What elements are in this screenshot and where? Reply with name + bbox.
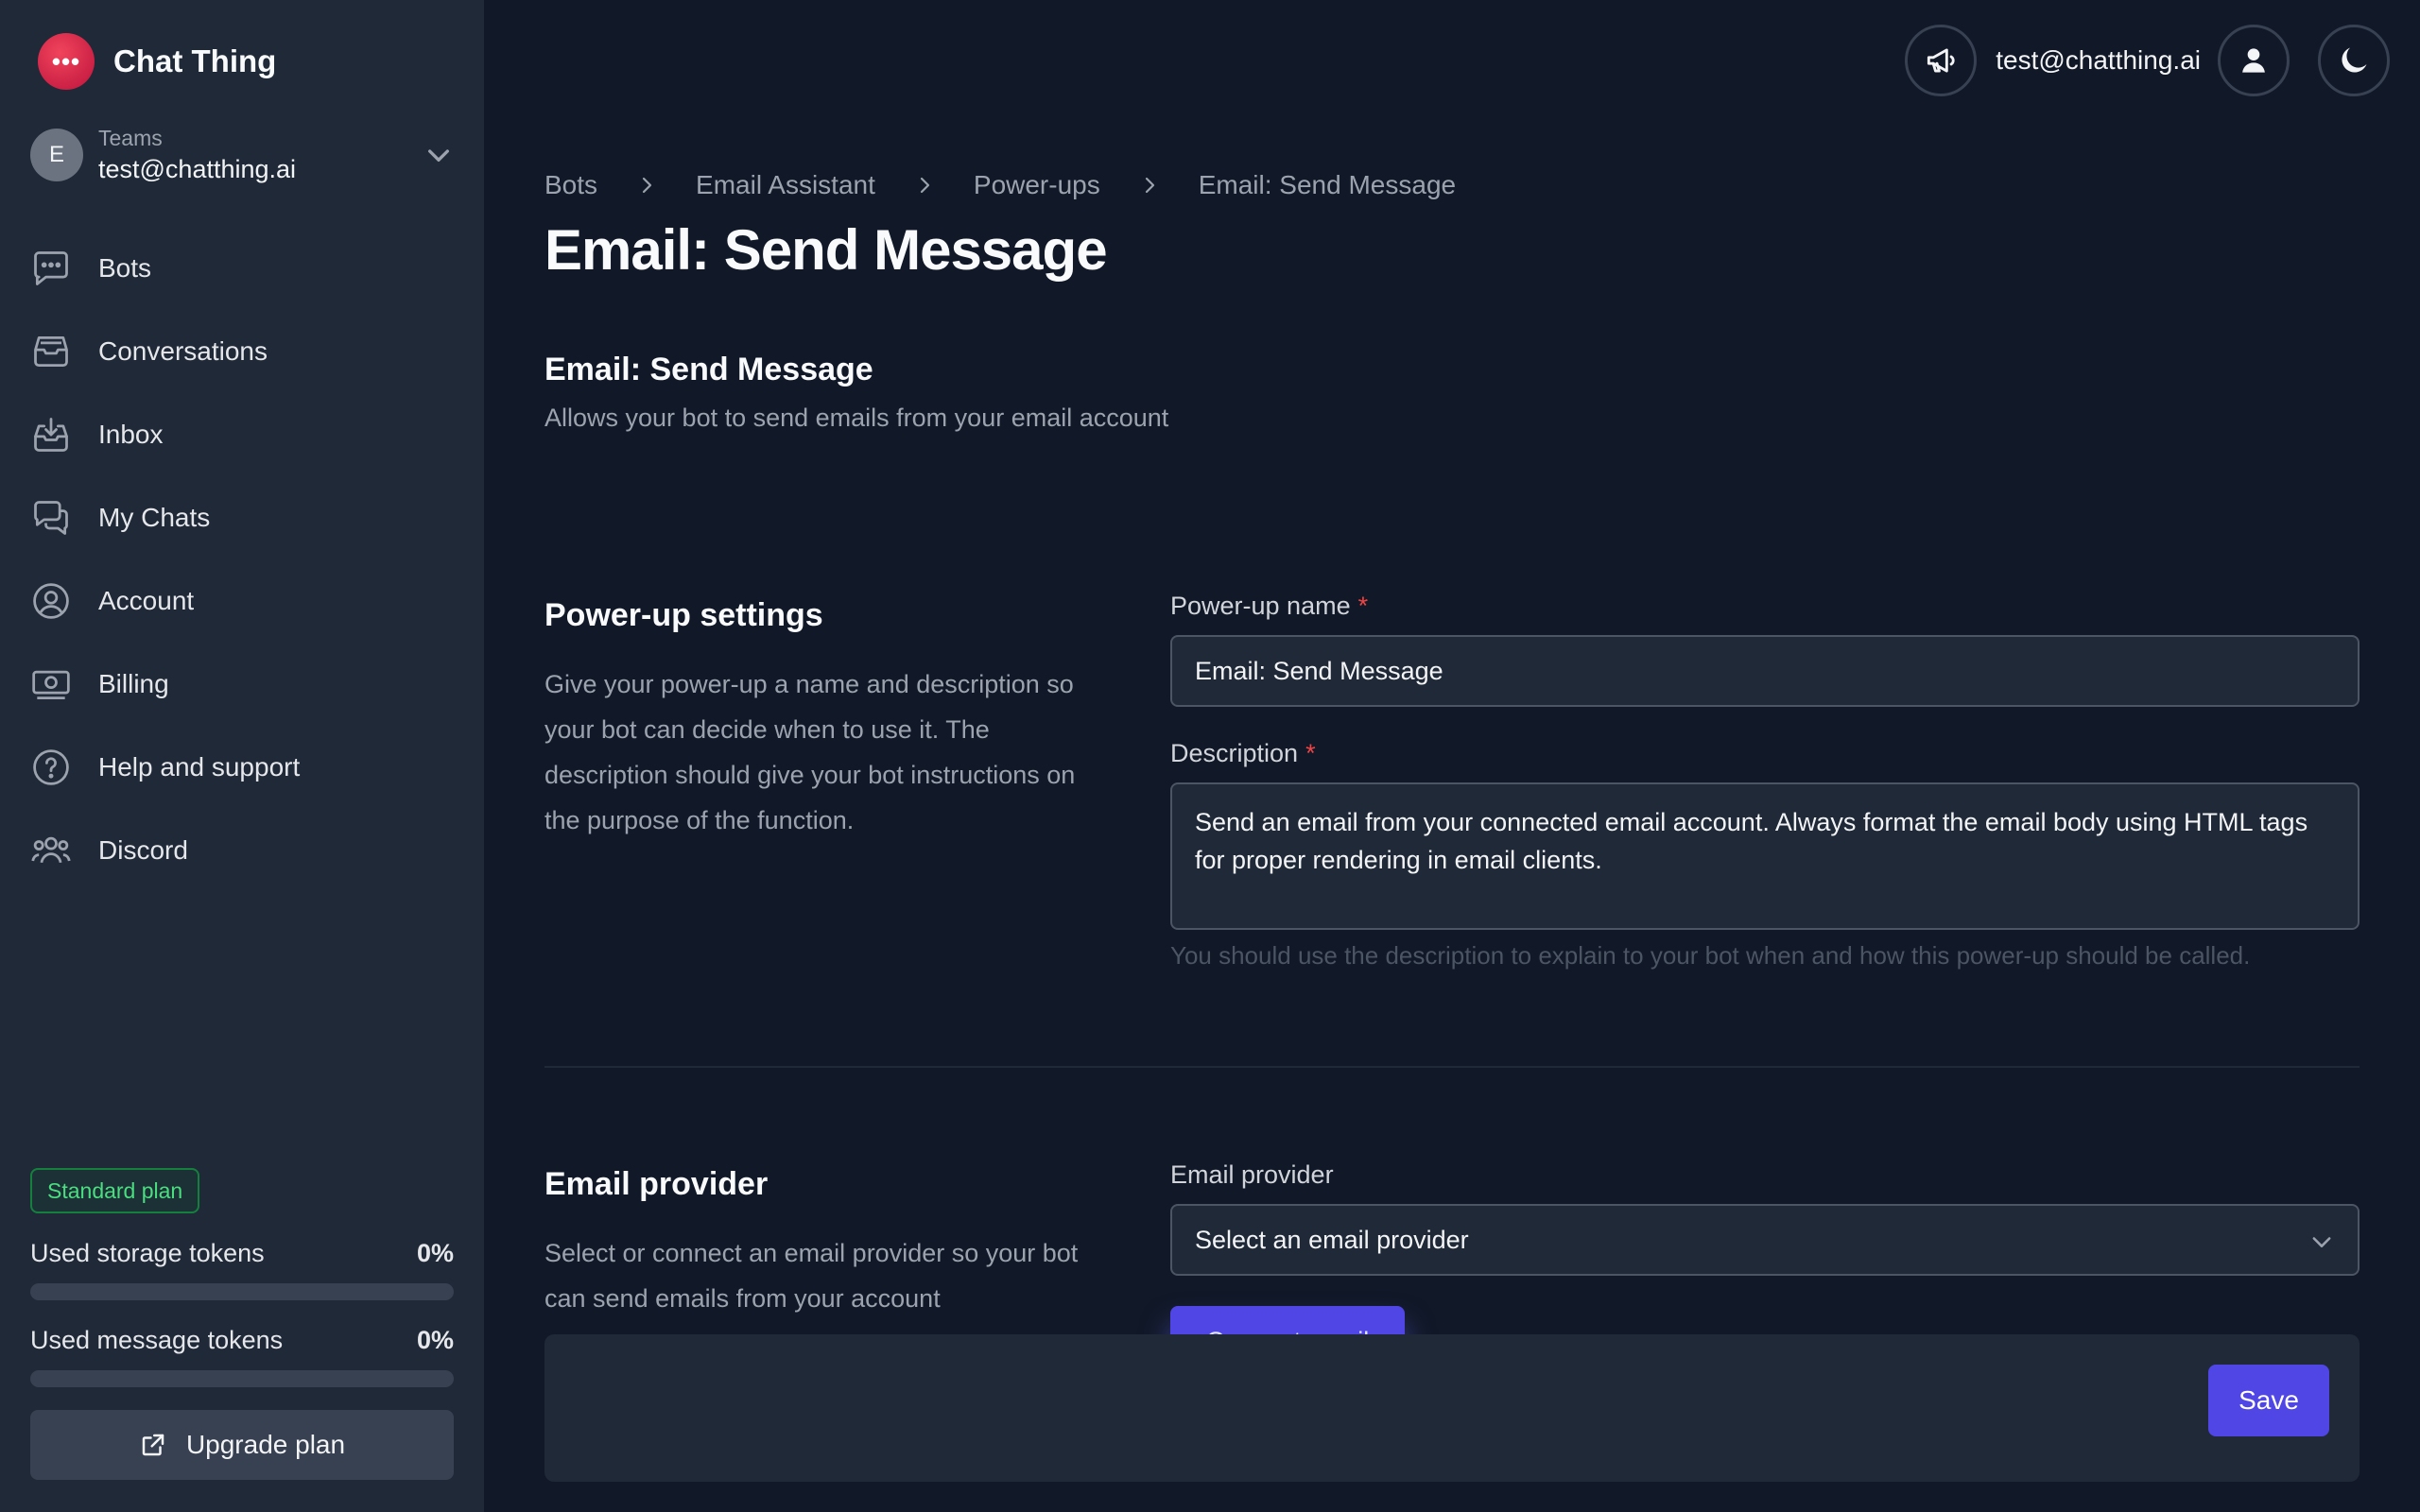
avatar: E xyxy=(30,129,83,181)
upgrade-plan-button[interactable]: Upgrade plan xyxy=(30,1410,454,1480)
select-value: Select an email provider xyxy=(1195,1225,1469,1254)
theme-toggle-button[interactable] xyxy=(2318,25,2390,96)
user-icon xyxy=(2242,48,2265,73)
label-text: Power-up name xyxy=(1170,592,1351,620)
message-progress-bar xyxy=(30,1370,454,1387)
sidebar-item-label: Discord xyxy=(98,835,188,865)
save-bar: Save xyxy=(544,1334,2360,1482)
sidebar-item-bots[interactable]: Bots xyxy=(30,227,456,310)
user-circle-icon xyxy=(33,583,69,619)
announcements-button[interactable] xyxy=(1905,25,1978,96)
user-group-icon xyxy=(31,836,71,864)
breadcrumb-bots[interactable]: Bots xyxy=(544,170,597,200)
page-title: Email: Send Message xyxy=(544,218,1108,282)
user-email: test@chatthing.ai xyxy=(1996,45,2201,75)
chevron-down-icon xyxy=(2312,1237,2331,1247)
team-switcher[interactable]: E Teams test@chatthing.ai xyxy=(30,125,454,185)
inbox-download-icon xyxy=(34,418,68,452)
usage-row: Used storage tokens 0% xyxy=(30,1234,454,1272)
team-label: Teams xyxy=(98,126,163,150)
sidebar-item-label: Billing xyxy=(98,669,169,698)
sidebar-item-label: Conversations xyxy=(98,336,268,366)
usage-row: Used message tokens 0% xyxy=(30,1321,454,1359)
powerup-title: Email: Send Message xyxy=(544,352,873,387)
provider-title: Email provider xyxy=(544,1166,769,1202)
breadcrumb-power-ups[interactable]: Power-ups xyxy=(974,170,1100,200)
chat-bubbles-icon xyxy=(34,501,68,535)
profile-button[interactable] xyxy=(2218,25,2290,96)
powerup-description: Allows your bot to send emails from your… xyxy=(544,404,1169,432)
megaphone-icon xyxy=(1927,48,1955,73)
email-provider-select[interactable]: Select an email provider xyxy=(1170,1204,2360,1276)
sidebar-item-inbox[interactable]: Inbox xyxy=(30,393,456,476)
save-button[interactable]: Save xyxy=(2208,1365,2329,1436)
breadcrumb: Bots Email Assistant Power-ups Email: Se… xyxy=(544,166,1456,204)
plan-badge: Standard plan xyxy=(30,1168,200,1213)
provider-label: Email provider xyxy=(1170,1160,1334,1189)
brand-name: Chat Thing xyxy=(113,43,277,78)
required-mark: * xyxy=(1305,739,1316,767)
input-value: Email: Send Message xyxy=(1195,656,1443,685)
usage-label: Used message tokens xyxy=(30,1325,284,1354)
banknotes-icon xyxy=(32,670,70,700)
chevron-right-icon xyxy=(1145,177,1154,194)
inbox-stack-icon xyxy=(34,335,68,368)
app-root: ••• Chat Thing E Teams test@chatthing.ai… xyxy=(0,0,2420,1512)
sidebar-item-label: My Chats xyxy=(98,503,211,532)
storage-progress-bar xyxy=(30,1283,454,1300)
breadcrumb-email-assistant[interactable]: Email Assistant xyxy=(696,170,875,200)
chevron-right-icon xyxy=(920,177,929,194)
sidebar-item-label: Account xyxy=(98,586,195,615)
moon-icon xyxy=(2342,47,2367,73)
description-help-text: You should use the description to explai… xyxy=(1170,941,2251,970)
settings-title: Power-up settings xyxy=(544,597,823,633)
provider-description: Select or connect an email provider so y… xyxy=(544,1239,1079,1313)
sidebar-item-my-chats[interactable]: My Chats xyxy=(30,476,456,559)
chevron-right-icon xyxy=(642,177,652,194)
usage-value: 0% xyxy=(416,1325,454,1354)
sidebar-item-billing[interactable]: Billing xyxy=(30,643,456,726)
textarea-value: Send an email from your connected email … xyxy=(1195,808,2308,874)
question-circle-icon xyxy=(33,749,69,785)
team-text: Teams test@chatthing.ai xyxy=(98,124,424,186)
external-link-icon xyxy=(142,1434,164,1456)
description-textarea[interactable]: Send an email from your connected email … xyxy=(1170,782,2360,930)
chat-bubble-icon xyxy=(34,251,68,285)
description-label: Description * xyxy=(1170,739,1316,768)
upgrade-plan-label: Upgrade plan xyxy=(185,1430,346,1459)
section-divider xyxy=(544,1066,2360,1068)
team-email: test@chatthing.ai xyxy=(98,155,297,183)
sidebar-item-conversations[interactable]: Conversations xyxy=(30,310,456,393)
sidebar-item-label: Help and support xyxy=(98,752,301,782)
chat-logo-icon: ••• xyxy=(38,33,95,90)
breadcrumb-current[interactable]: Email: Send Message xyxy=(1199,170,1456,200)
sidebar-item-label: Inbox xyxy=(98,420,164,449)
powerup-name-label: Power-up name * xyxy=(1170,592,1368,621)
required-mark: * xyxy=(1357,592,1369,620)
storage-usage: Used storage tokens 0% xyxy=(30,1234,454,1300)
sidebar-nav: Bots Conversations Inbox My Chats Accoun… xyxy=(30,227,456,892)
message-usage: Used message tokens 0% xyxy=(30,1321,454,1387)
settings-description: Give your power-up a name and descriptio… xyxy=(544,670,1076,834)
chevron-down-icon xyxy=(428,149,449,162)
sidebar-item-account[interactable]: Account xyxy=(30,559,456,643)
usage-value: 0% xyxy=(416,1238,454,1267)
brand[interactable]: ••• Chat Thing xyxy=(38,32,276,91)
powerup-name-input[interactable]: Email: Send Message xyxy=(1170,635,2360,707)
label-text: Description xyxy=(1170,739,1299,767)
sidebar-item-label: Bots xyxy=(98,253,152,283)
usage-label: Used storage tokens xyxy=(30,1238,265,1267)
topbar: test@chatthing.ai xyxy=(1905,25,2390,96)
sidebar-item-discord[interactable]: Discord xyxy=(30,809,456,892)
save-label: Save xyxy=(2238,1385,2299,1415)
sidebar-item-help[interactable]: Help and support xyxy=(30,726,456,809)
sidebar: ••• Chat Thing E Teams test@chatthing.ai… xyxy=(0,0,484,1512)
